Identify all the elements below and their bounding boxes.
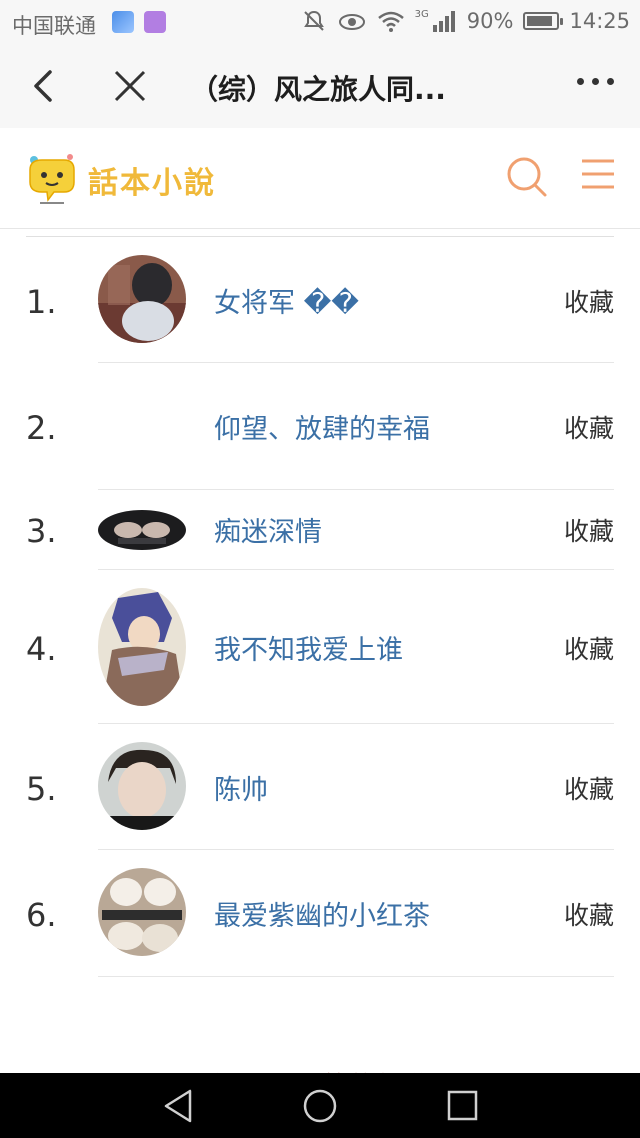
item-index: 4.: [26, 630, 57, 668]
notification-app-icon: [112, 11, 134, 33]
item-name[interactable]: 陈帅: [214, 768, 268, 807]
divider: [98, 976, 614, 977]
logo-mascot-icon[interactable]: [22, 148, 82, 208]
avatar-girl-photo[interactable]: [98, 255, 186, 343]
favorite-button[interactable]: 收藏: [564, 630, 614, 666]
favorite-button[interactable]: 收藏: [564, 896, 614, 932]
wifi-icon: [377, 11, 404, 32]
gallery-app-icon: [144, 11, 166, 33]
eye-comfort-icon: [338, 14, 365, 30]
item-index: 5.: [26, 770, 57, 808]
mute-icon: [303, 10, 324, 31]
list-item[interactable]: 1. 女将军 �� 收藏: [0, 237, 640, 363]
item-name[interactable]: 最爱紫幽的小红茶: [214, 894, 430, 933]
favorite-button[interactable]: 收藏: [564, 409, 614, 445]
menu-icon[interactable]: [580, 156, 616, 192]
item-index: 2.: [26, 409, 57, 447]
back-arrow-icon[interactable]: [24, 66, 64, 106]
more-dots-icon[interactable]: [577, 78, 614, 85]
nav-home-icon[interactable]: [300, 1087, 340, 1125]
logo-text[interactable]: 話本小說: [88, 158, 216, 202]
carrier-label: 中国联通: [12, 14, 96, 38]
item-name[interactable]: 仰望、放肆的幸福: [214, 407, 430, 446]
list-item[interactable]: 4. 我不知我爱上谁 收藏: [0, 570, 640, 724]
network-type-label: 3G: [414, 8, 429, 20]
avatar-anime-character[interactable]: [98, 588, 186, 706]
list-item[interactable]: 3. 痴迷深情 收藏: [0, 490, 640, 570]
search-icon[interactable]: [504, 154, 548, 198]
signal-icon: [432, 11, 455, 32]
item-name[interactable]: 痴迷深情: [214, 510, 322, 549]
list-item[interactable]: 6. 最爱紫幽的小红茶 收藏: [0, 850, 640, 977]
battery-icon: [523, 12, 564, 30]
clock: 14:25: [569, 9, 630, 33]
nav-recent-icon[interactable]: [442, 1087, 482, 1125]
avatar-hands-photo[interactable]: [98, 510, 186, 550]
avatar-boy-photo[interactable]: [98, 742, 186, 830]
page-title: （综）风之旅人同...: [190, 73, 446, 106]
favorite-button[interactable]: 收藏: [564, 283, 614, 319]
list-item[interactable]: 2. 仰望、放肆的幸福 收藏: [0, 363, 640, 490]
favorite-button[interactable]: 收藏: [564, 770, 614, 806]
item-name[interactable]: 我不知我爱上谁: [214, 628, 403, 667]
avatar-dogs-photo[interactable]: [98, 868, 186, 956]
list-item[interactable]: 5. 陈帅 收藏: [0, 724, 640, 850]
close-icon[interactable]: [110, 66, 150, 106]
nav-back-icon[interactable]: [158, 1087, 198, 1125]
item-index: 3.: [26, 512, 57, 550]
item-index: 1.: [26, 283, 57, 321]
site-header: 話本小說: [0, 128, 640, 229]
favorite-button[interactable]: 收藏: [564, 512, 614, 548]
browser-title-bar: （综）风之旅人同...: [0, 44, 640, 128]
status-bar: 中国联通 3G 90% 14:25: [0, 0, 640, 44]
item-index: 6.: [26, 896, 57, 934]
navigation-bar: [0, 1073, 640, 1138]
battery-percent: 90%: [466, 9, 514, 33]
item-name[interactable]: 女将军 ��: [214, 281, 359, 320]
